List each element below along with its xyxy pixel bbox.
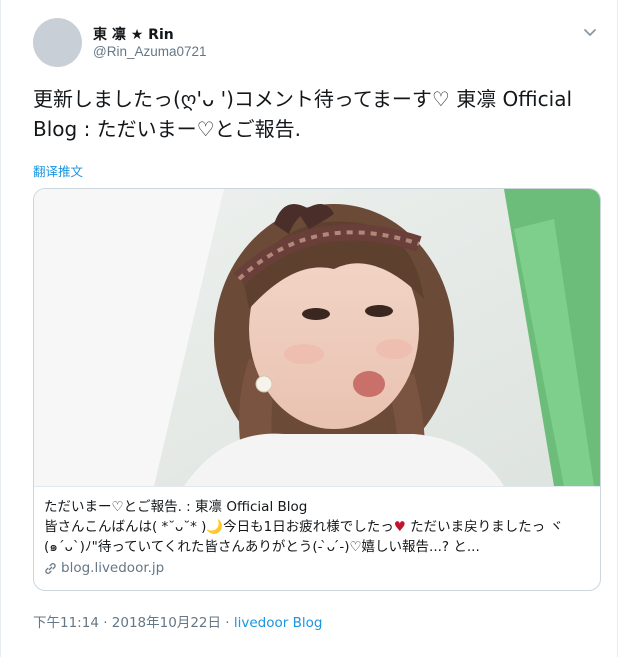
source-link[interactable]: livedoor Blog <box>234 615 323 631</box>
card-description: 皆さんこんばんは( *˘ᴗ˘* )🌙今日も1日お疲れ様でしたっ♥ ただいま戻りま… <box>44 517 596 557</box>
display-name[interactable]: 東 凛 ★ Rin <box>93 24 174 44</box>
tweet-meta: 下午11:14 · 2018年10月22日 · livedoor Blog <box>33 611 322 631</box>
card-description-text: 皆さんこんばんは( *˘ᴗ˘* )🌙今日も1日お疲れ様でしたっ <box>44 519 394 535</box>
card-photo <box>34 189 600 486</box>
heart-icon: ♥ <box>393 519 406 535</box>
link-card[interactable]: ただいまー♡とご報告. : 東凛 Official Blog 皆さんこんばんは(… <box>33 188 601 591</box>
timestamp[interactable]: 下午11:14 · 2018年10月22日 · <box>33 615 234 631</box>
card-title: ただいまー♡とご報告. : 東凛 Official Blog <box>44 499 308 515</box>
link-icon <box>45 562 56 574</box>
tweet: 東 凛 ★ Rin @Rin_Azuma0721 更新しましたっ(ღ'ᴗ ')コ… <box>0 0 618 657</box>
card-url-text: blog.livedoor.jp <box>61 560 165 576</box>
card-url: blog.livedoor.jp <box>44 558 592 578</box>
user-handle[interactable]: @Rin_Azuma0721 <box>93 44 207 59</box>
tweet-text: 更新しましたっ(ღ'ᴗ ')コメント待ってまーす♡ 東凛 Official Bl… <box>33 87 573 141</box>
chevron-down-icon[interactable] <box>583 28 597 38</box>
translate-tweet-link[interactable]: 翻译推文 <box>33 161 83 180</box>
avatar[interactable] <box>33 18 82 67</box>
card-body: ただいまー♡とご報告. : 東凛 Official Blog 皆さんこんばんは(… <box>34 486 600 590</box>
